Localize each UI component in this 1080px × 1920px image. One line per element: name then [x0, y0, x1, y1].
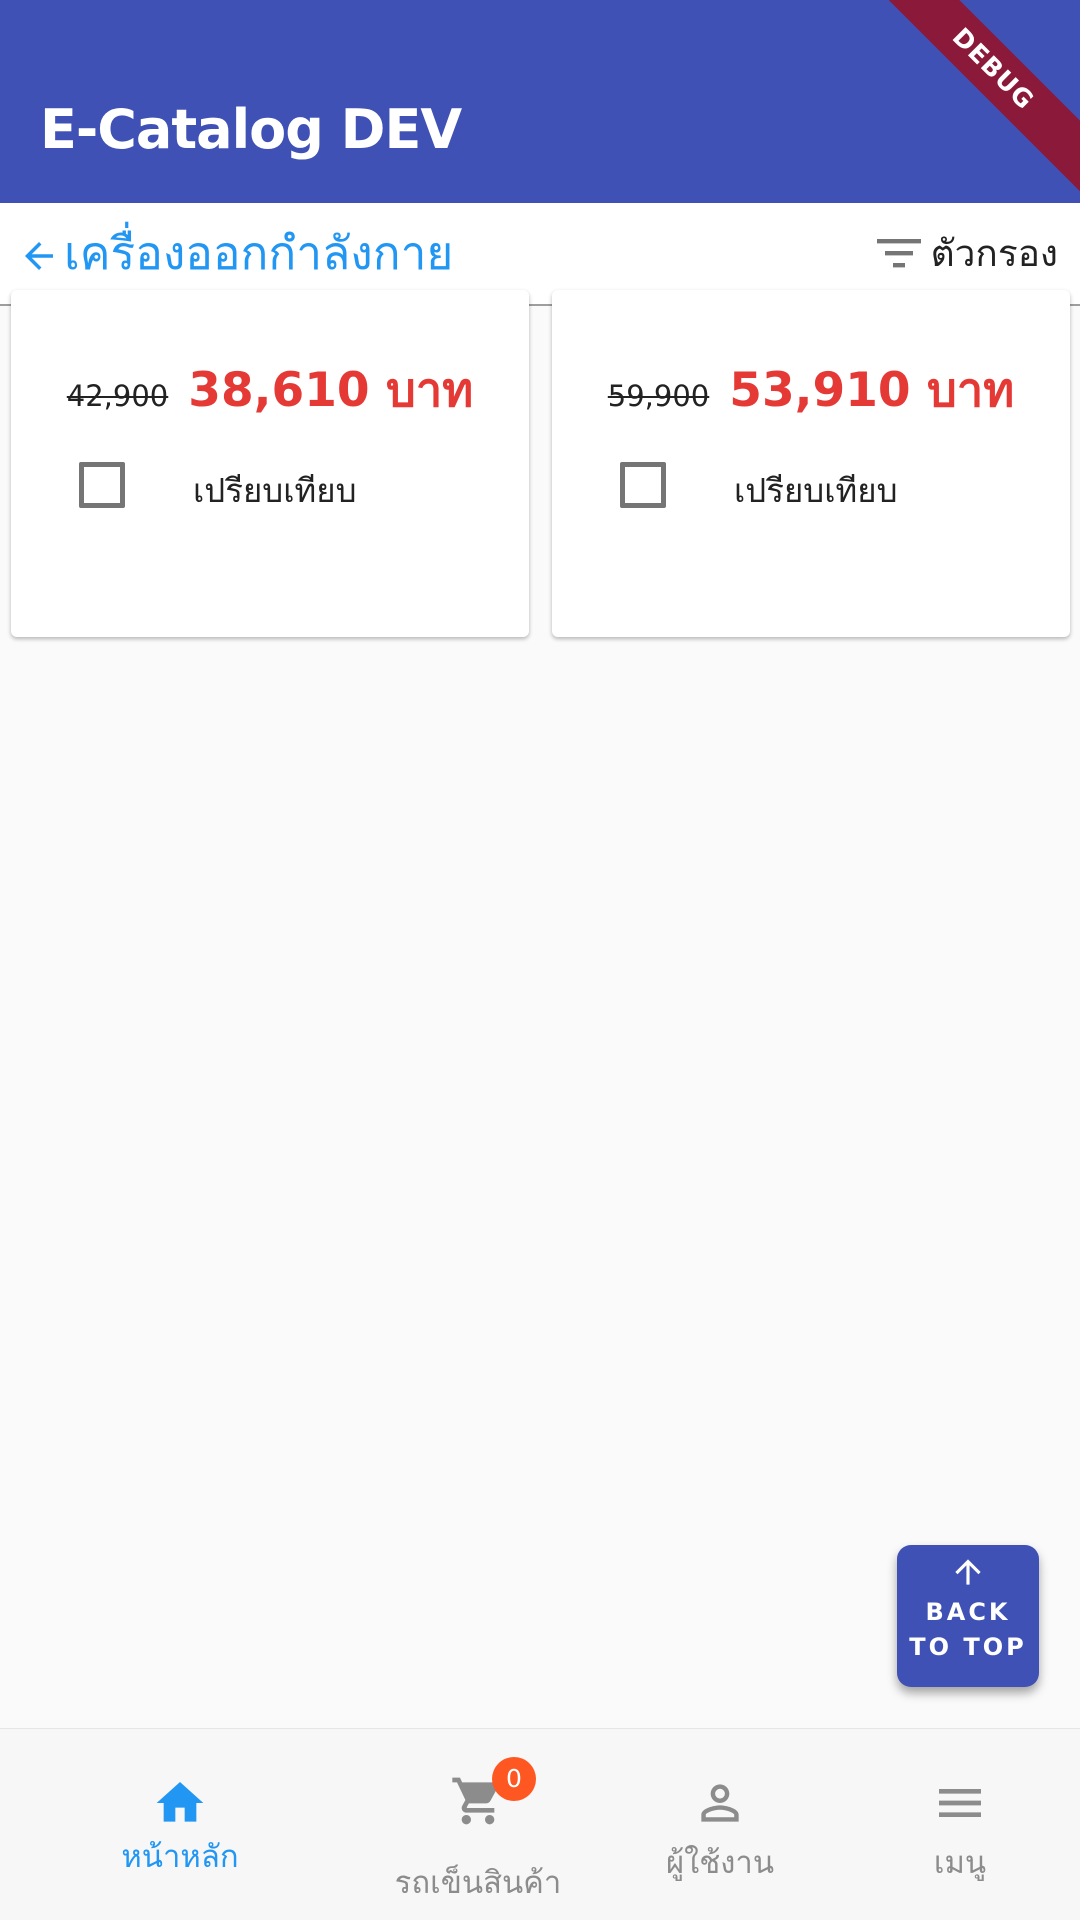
arrow-up-icon	[955, 1559, 981, 1585]
nav-item-cart[interactable]: 0 รถเข็นสินค้า	[358, 1729, 598, 1920]
product-card[interactable]: 42,900 38,610 บาท เปรียบเทียบ	[11, 290, 529, 637]
arrow-back-icon[interactable]	[18, 235, 60, 277]
price-row: 59,900 53,910 บาท	[552, 352, 1070, 427]
compare-checkbox[interactable]	[79, 462, 125, 508]
person-icon	[701, 1784, 739, 1822]
filter-list-icon	[876, 239, 921, 268]
cart-badge: 0	[492, 1757, 536, 1801]
app-bar: E-Catalog DEV DEBUG	[0, 0, 1080, 203]
sale-price: 38,610 บาท	[188, 363, 474, 418]
menu-icon	[939, 1789, 981, 1817]
back-to-top-button[interactable]: BACK TO TOP	[897, 1545, 1039, 1687]
filter-label: ตัวกรอง	[930, 231, 1058, 275]
nav-item-menu[interactable]: เมนู	[840, 1729, 1080, 1920]
original-price: 42,900	[66, 379, 169, 413]
nav-label-home: หน้าหลัก	[121, 1839, 239, 1875]
price-row: 42,900 38,610 บาท	[11, 352, 529, 427]
nav-label-user: ผู้ใช้งาน	[665, 1845, 775, 1881]
nav-item-home[interactable]: หน้าหลัก	[60, 1729, 300, 1920]
home-icon	[156, 1782, 204, 1822]
nav-label-cart: รถเข็นสินค้า	[394, 1865, 562, 1901]
compare-label[interactable]: เปรียบเทียบ	[734, 464, 898, 517]
app-title: E-Catalog DEV	[40, 98, 462, 161]
nav-item-user[interactable]: ผู้ใช้งาน	[600, 1729, 840, 1920]
back-to-top-label: BACK TO TOP	[909, 1598, 1027, 1661]
product-card[interactable]: 59,900 53,910 บาท เปรียบเทียบ	[552, 290, 1070, 637]
filter-button[interactable]: ตัวกรอง	[875, 225, 1058, 281]
debug-banner: DEBUG	[858, 0, 1080, 203]
nav-label-menu: เมนู	[933, 1845, 987, 1881]
bottom-navigation: หน้าหลัก 0 รถเข็นสินค้า ผู้ใช้งาน เมนู	[0, 1728, 1080, 1920]
compare-label[interactable]: เปรียบเทียบ	[193, 464, 357, 517]
original-price: 59,900	[607, 379, 710, 413]
compare-checkbox[interactable]	[620, 462, 666, 508]
sale-price: 53,910 บาท	[729, 363, 1015, 418]
category-title[interactable]: เครื่องออกกำลังกาย	[64, 225, 453, 281]
